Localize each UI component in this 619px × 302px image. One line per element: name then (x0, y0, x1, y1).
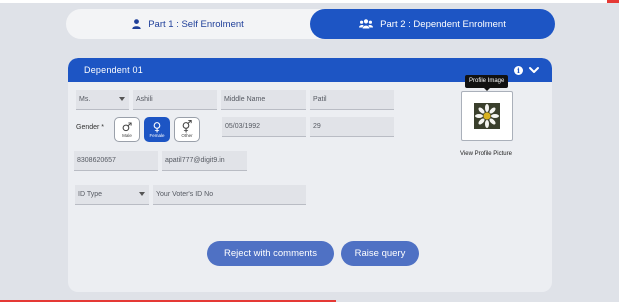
id-type-placeholder: ID Type (78, 191, 102, 198)
middle-name-field[interactable]: Middle Name (221, 90, 306, 110)
middle-name-placeholder: Middle Name (224, 96, 266, 103)
tab-self-enrolment-label: Part 1 : Self Enrolment (148, 18, 244, 30)
gender-female-button[interactable]: ♀ Female (144, 117, 170, 142)
view-profile-picture-link[interactable]: View Profile Picture (460, 151, 512, 157)
id-type-select[interactable]: ID Type (75, 185, 149, 205)
gender-male-button[interactable]: ♂ Male (114, 117, 140, 142)
first-name-value: Ashili (136, 96, 153, 103)
user-icon (132, 19, 141, 29)
last-name-value: Patil (313, 96, 327, 103)
salutation-value: Ms. (79, 96, 91, 103)
email-value: apatil777@digit9.in (165, 157, 225, 164)
female-icon: ♀ (152, 120, 162, 134)
salutation-select[interactable]: Ms. (76, 90, 129, 110)
enrolment-tabs: Part 1 : Self Enrolment Part 2 : Depende… (66, 9, 555, 39)
top-bar (0, 0, 619, 3)
dob-field[interactable]: 05/03/1992 (222, 117, 306, 137)
gender-other-button[interactable]: ⚥ Other (174, 117, 200, 142)
gender-other-label: Other (181, 133, 193, 138)
panel-title: Dependent 01 (84, 65, 143, 75)
first-name-field[interactable]: Ashili (133, 90, 217, 110)
chevron-down-icon[interactable] (528, 65, 540, 75)
email-field[interactable]: apatil777@digit9.in (162, 151, 247, 171)
other-gender-icon: ⚥ (181, 120, 193, 134)
dob-value: 05/03/1992 (225, 123, 261, 130)
top-accent (607, 0, 619, 3)
id-number-field[interactable]: Your Voter's ID No (153, 185, 306, 205)
profile-image-tooltip: Profile Image (465, 75, 509, 91)
gender-label: Gender * (76, 124, 105, 131)
raise-query-button[interactable]: Raise query (341, 241, 419, 266)
age-field[interactable]: 29 (310, 117, 394, 137)
age-value: 29 (313, 123, 321, 130)
tab-self-enrolment[interactable]: Part 1 : Self Enrolment (66, 9, 310, 39)
gender-male-label: Male (122, 133, 132, 138)
daisy-photo (474, 103, 500, 129)
info-icon[interactable]: i (514, 66, 523, 75)
male-icon: ♂ (121, 120, 133, 134)
gender-female-label: Female (149, 133, 165, 138)
tab-dependent-enrolment[interactable]: Part 2 : Dependent Enrolment (310, 9, 555, 39)
phone-value: 8308620657 (77, 157, 116, 164)
profile-image[interactable] (461, 91, 513, 141)
tab-dependent-enrolment-label: Part 2 : Dependent Enrolment (380, 18, 506, 30)
phone-field[interactable]: 8308620657 (74, 151, 158, 171)
last-name-field[interactable]: Patil (310, 90, 394, 110)
reject-with-comments-button[interactable]: Reject with comments (207, 241, 334, 266)
users-group-icon (359, 19, 374, 29)
id-number-placeholder: Your Voter's ID No (156, 191, 214, 198)
